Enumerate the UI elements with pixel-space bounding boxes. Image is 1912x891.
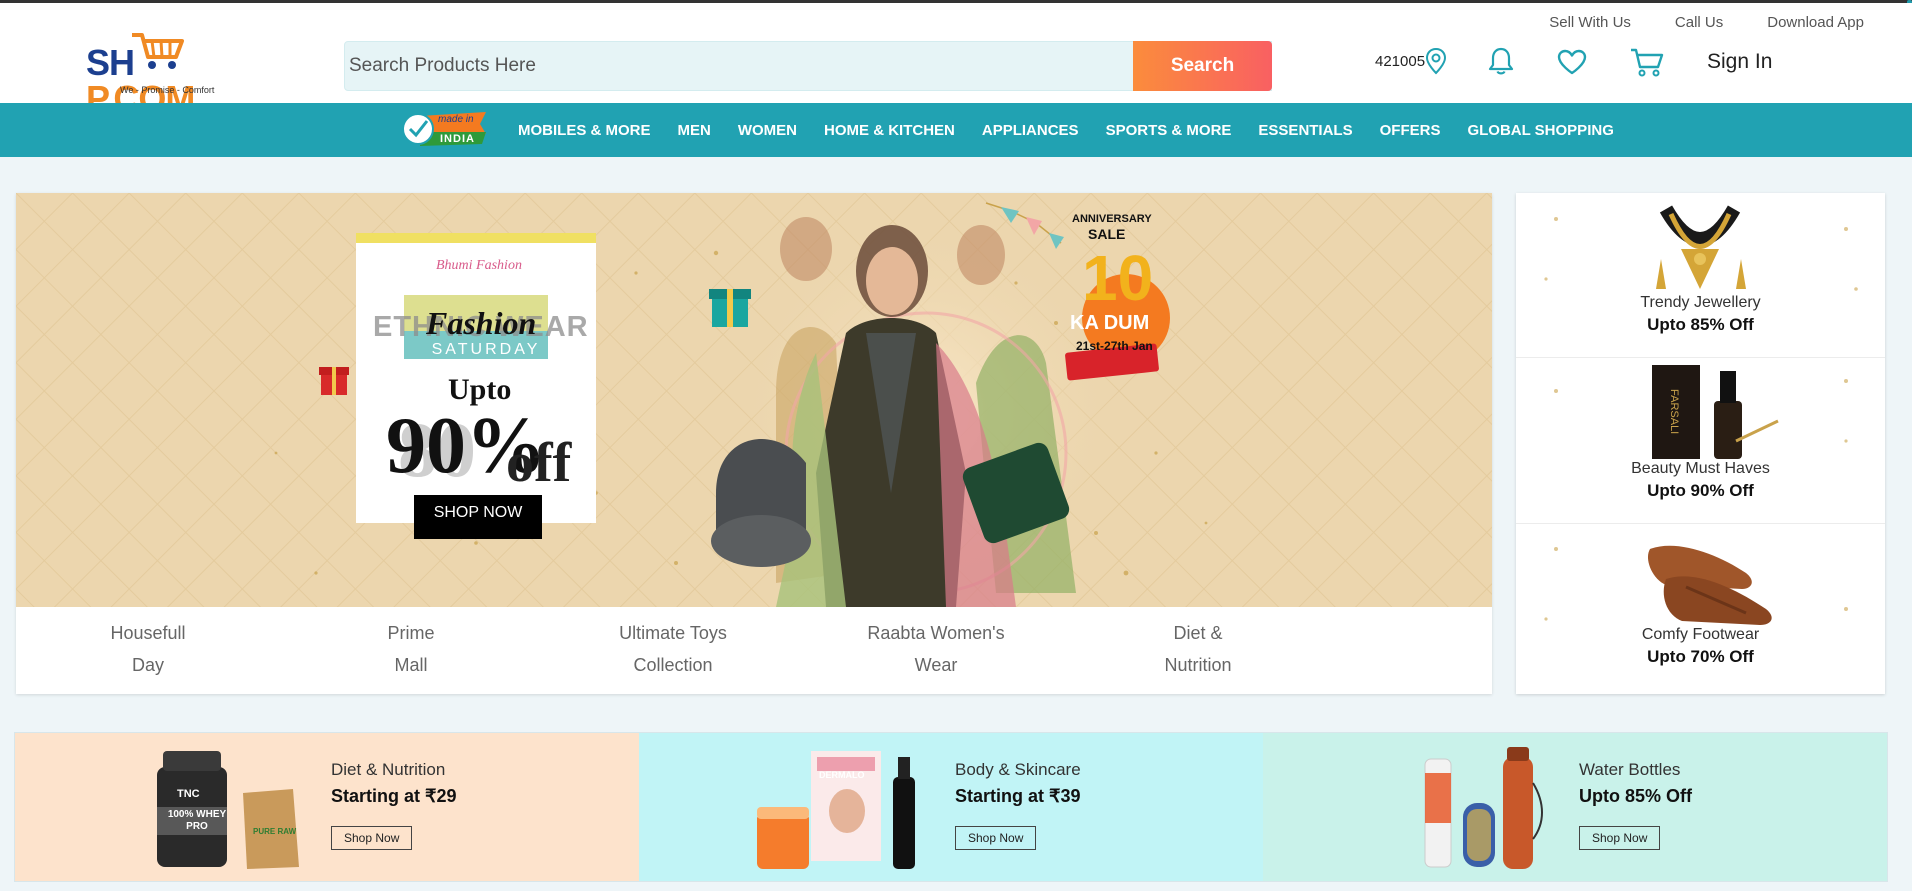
beauty-products-image xyxy=(1554,365,1848,459)
download-app-link[interactable]: Download App xyxy=(1767,14,1864,31)
carousel-tab-line: Wear xyxy=(914,655,958,675)
carousel-tab-toys[interactable]: Ultimate Toys Collection xyxy=(593,617,753,681)
side-offer-jewellery[interactable]: Trendy Jewellery Upto 85% Off xyxy=(1516,193,1885,359)
pincode-value: 421005 xyxy=(1375,52,1426,70)
nav-item-global-shopping[interactable]: GLOBAL SHOPPING xyxy=(1467,122,1613,139)
nav-item-women[interactable]: WOMEN xyxy=(738,122,797,139)
nav-menu: MOBILES & MORE MEN WOMEN HOME & KITCHEN … xyxy=(518,103,1614,157)
side-offers: Trendy Jewellery Upto 85% Off FARSALI Be… xyxy=(1516,193,1885,694)
hero-banner-art xyxy=(16,193,1492,607)
water-bottles-image xyxy=(1424,747,1543,869)
hero-banner[interactable]: Bhumi Fashion ETHNIC WEAR Fashion SATURD… xyxy=(16,193,1492,607)
hero-headline: Fashion xyxy=(426,305,537,341)
carousel-tab-line: Day xyxy=(131,655,164,675)
side-offer-discount: Upto 85% Off xyxy=(1647,315,1754,334)
carousel-tab-line: Raabta Women's xyxy=(867,623,1005,643)
site-logo[interactable]: SHP.COM We - Promise - Comfort xyxy=(86,29,256,117)
side-offer-discount: Upto 70% Off xyxy=(1647,647,1754,666)
carousel-tab-diet-nutrition[interactable]: Diet & Nutrition xyxy=(1118,617,1278,681)
carousel-tab-line: Collection xyxy=(633,655,713,675)
carousel-tab-housefull[interactable]: Housefull Day xyxy=(68,617,228,681)
side-offer-footwear[interactable]: Comfy Footwear Upto 70% Off xyxy=(1516,525,1885,691)
search-button[interactable]: Search xyxy=(1133,41,1272,91)
made-in-label: made in xyxy=(438,114,474,125)
promo-title: Diet & Nutrition xyxy=(331,760,446,779)
nav-item-appliances[interactable]: APPLIANCES xyxy=(982,122,1079,139)
call-us-link[interactable]: Call Us xyxy=(1675,14,1723,31)
whey-brand-label: TNC xyxy=(177,788,200,800)
side-offer-beauty[interactable]: FARSALI Beauty Must Haves Upto 90% Off xyxy=(1516,359,1885,525)
nav-item-sports[interactable]: SPORTS & MORE xyxy=(1106,122,1232,139)
site-header: SHP.COM We - Promise - Comfort Sell With… xyxy=(0,3,1912,117)
footwear-image xyxy=(1544,545,1848,625)
nav-item-essentials[interactable]: ESSENTIALS xyxy=(1258,122,1352,139)
jewellery-image xyxy=(1544,205,1858,291)
beauty-brand-label: FARSALI xyxy=(1668,389,1680,435)
side-offer-title: Trendy Jewellery xyxy=(1640,294,1761,311)
india-label: INDIA xyxy=(440,133,475,145)
bell-icon[interactable] xyxy=(1487,46,1515,76)
promo-title: Body & Skincare xyxy=(955,760,1081,779)
divider xyxy=(1516,523,1885,524)
pouch-label: PURE RAW xyxy=(253,827,297,836)
promo-price: Starting at ₹29 xyxy=(331,786,457,806)
top-links: Sell With Us Call Us Download App xyxy=(1549,14,1864,31)
side-offer-title: Comfy Footwear xyxy=(1641,626,1760,643)
hero-shop-now-button[interactable]: SHOP NOW xyxy=(414,504,542,522)
side-offer-title: Beauty Must Haves xyxy=(1631,460,1770,477)
logo-tagline: We - Promise - Comfort xyxy=(120,85,215,95)
hero-subheadline: SATURDAY xyxy=(431,341,541,358)
sell-with-us-link[interactable]: Sell With Us xyxy=(1549,14,1631,31)
heart-icon[interactable] xyxy=(1557,49,1587,75)
carousel-tab-line: Diet & xyxy=(1173,623,1223,643)
nav-item-men[interactable]: MEN xyxy=(678,122,711,139)
sheet-mask-brand: DERMALO xyxy=(819,770,865,780)
hero-brand: Bhumi Fashion xyxy=(436,258,522,273)
promo-water-bottles[interactable]: Water Bottles Upto 85% Off Shop Now xyxy=(1263,733,1887,881)
carousel-tab-prime-mall[interactable]: Prime Mall xyxy=(331,617,491,681)
nav-item-home-kitchen[interactable]: HOME & KITCHEN xyxy=(824,122,955,139)
anniversary-label: ANNIVERSARY xyxy=(1072,213,1152,225)
side-offer-discount: Upto 90% Off xyxy=(1647,481,1754,500)
anniversary-tag: KA DUM xyxy=(1070,312,1150,334)
promo-price: Starting at ₹39 xyxy=(955,786,1081,806)
promo-title: Water Bottles xyxy=(1579,760,1681,779)
promo-strip: TNC 100% WHEY PRO PURE RAW Diet & Nutrit… xyxy=(14,732,1888,882)
skincare-products-image xyxy=(757,751,915,869)
cart-icon[interactable] xyxy=(1630,47,1664,77)
shop-now-button[interactable]: Shop Now xyxy=(331,826,413,850)
divider xyxy=(1516,357,1885,358)
anniversary-dates: 21st-27th Jan xyxy=(1076,339,1153,353)
shop-now-button[interactable]: Shop Now xyxy=(1579,826,1661,850)
hero-carousel: Bhumi Fashion ETHNIC WEAR Fashion SATURD… xyxy=(16,193,1492,694)
carousel-tab-line: Housefull xyxy=(110,623,186,643)
carousel-tab-line: Nutrition xyxy=(1164,655,1232,675)
carousel-tab-line: Prime xyxy=(387,623,435,643)
promo-diet-nutrition[interactable]: TNC 100% WHEY PRO PURE RAW Diet & Nutrit… xyxy=(15,733,639,881)
location-pin-icon xyxy=(1426,47,1447,75)
promo-price: Upto 85% Off xyxy=(1579,786,1693,806)
carousel-tab-line: Ultimate Toys xyxy=(619,623,727,643)
anniversary-sale-label: SALE xyxy=(1088,226,1126,242)
pincode-selector[interactable]: 421005 xyxy=(1375,47,1447,75)
made-in-india-badge: made in INDIA xyxy=(402,110,490,148)
carousel-tab-line: Mall xyxy=(394,655,428,675)
nav-item-offers[interactable]: OFFERS xyxy=(1380,122,1441,139)
hero-off: off xyxy=(506,432,572,494)
shop-now-button[interactable]: Shop Now xyxy=(955,826,1037,850)
carousel-tab-raabta[interactable]: Raabta Women's Wear xyxy=(856,617,1016,681)
search-input[interactable] xyxy=(345,42,1135,90)
anniversary-number: 10 xyxy=(1082,242,1154,314)
sign-in-link[interactable]: Sign In xyxy=(1707,50,1772,74)
promo-body-skincare[interactable]: DERMALO Body & Skincare Starting at ₹39 … xyxy=(639,733,1263,881)
nav-item-mobiles[interactable]: MOBILES & MORE xyxy=(518,122,651,139)
category-nav: made in INDIA MOBILES & MORE MEN WOMEN H… xyxy=(0,103,1912,157)
whey-product-label: 100% WHEY PRO xyxy=(167,809,227,832)
